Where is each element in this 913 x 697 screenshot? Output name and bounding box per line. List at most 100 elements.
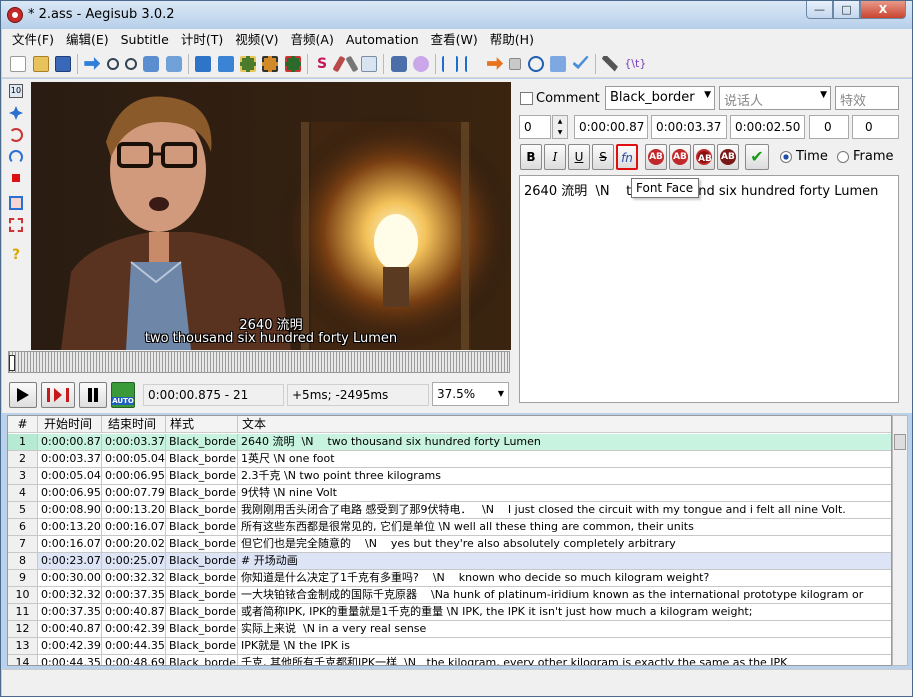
styles-manager-icon[interactable]: S bbox=[314, 56, 330, 72]
video-time-display[interactable]: 0:00:00.875 - 21 bbox=[143, 384, 284, 406]
attachments-icon[interactable] bbox=[195, 55, 212, 72]
scale-icon[interactable] bbox=[12, 174, 20, 182]
menu-video[interactable]: 视频(V) bbox=[229, 29, 284, 50]
film-strip-icon[interactable] bbox=[239, 55, 256, 72]
table-row[interactable]: 5 0:00:08.90 0:00:13.20 Black_border 我刚刚用舌头闭… bbox=[8, 502, 891, 519]
style-select[interactable]: Black_border ▼ bbox=[605, 86, 715, 110]
zoom-out-icon[interactable] bbox=[125, 57, 138, 70]
zoom-in-icon[interactable] bbox=[106, 57, 119, 70]
menu-view[interactable]: 查看(W) bbox=[425, 29, 484, 50]
fonts-collector-icon[interactable] bbox=[217, 55, 234, 72]
grid-film-icon[interactable] bbox=[284, 55, 301, 72]
table-row[interactable]: 7 0:00:16.07 0:00:20.02 Black_border 但它们也是完全… bbox=[8, 536, 891, 553]
table-row[interactable]: 6 0:00:13.20 0:00:16.07 Black_border 所有这些东西都… bbox=[8, 519, 891, 536]
table-row[interactable]: 3 0:00:05.04 0:00:06.95 Black_border 2.3千克 \… bbox=[8, 468, 891, 485]
bold-button[interactable]: B bbox=[520, 144, 542, 170]
film-strip-2-icon[interactable] bbox=[262, 55, 279, 72]
menu-subtitle[interactable]: Subtitle bbox=[115, 29, 175, 50]
close-button[interactable]: X bbox=[860, 1, 906, 19]
rotate-z-icon[interactable] bbox=[9, 128, 23, 142]
col-header-start[interactable]: 开始时间 bbox=[38, 416, 102, 433]
primary-color-button[interactable]: AB bbox=[645, 144, 667, 170]
table-row[interactable]: 8 0:00:23.07 0:00:25.07 Black_border # 开场动画 bbox=[8, 553, 891, 570]
time-radio[interactable] bbox=[780, 151, 792, 163]
open-file-icon[interactable] bbox=[32, 55, 49, 72]
timing-postprocessor-icon[interactable] bbox=[390, 55, 407, 72]
spellcheck-icon[interactable] bbox=[550, 55, 567, 72]
vector-clip-icon[interactable] bbox=[9, 218, 23, 232]
table-row[interactable]: 9 0:00:30.00 0:00:32.32 Black_border 你知道是什么决… bbox=[8, 570, 891, 587]
table-row[interactable]: 11 0:00:37.35 0:00:40.87 Black_border 或者简称IP… bbox=[8, 604, 891, 621]
scrollbar-thumb[interactable] bbox=[894, 434, 906, 450]
table-row[interactable]: 14 0:00:44.35 0:00:48.69 Black_border 千克, 其他… bbox=[8, 655, 891, 665]
margin-left-field[interactable]: 0 bbox=[809, 115, 849, 139]
find-icon[interactable] bbox=[143, 55, 160, 72]
actor-input[interactable]: 说话人 ▼ bbox=[719, 86, 831, 110]
table-row[interactable]: 1 0:00:00.87 0:00:03.37 Black_border 2640 流明… bbox=[8, 434, 891, 451]
seek-slider-thumb[interactable] bbox=[9, 355, 15, 371]
grid-vertical-scrollbar[interactable] bbox=[892, 415, 908, 666]
underline-button[interactable]: U bbox=[568, 144, 590, 170]
help-question-icon[interactable]: ? bbox=[9, 248, 23, 262]
secondary-color-button[interactable]: AB bbox=[669, 144, 691, 170]
minimize-button[interactable]: — bbox=[806, 1, 833, 19]
margin-right-field[interactable]: 0 bbox=[852, 115, 899, 139]
options-tools-icon[interactable] bbox=[601, 55, 618, 72]
layer-spinner-buttons[interactable]: ▲ ▼ bbox=[552, 115, 568, 139]
col-header-style[interactable]: 样式 bbox=[166, 416, 238, 433]
italic-button[interactable]: I bbox=[544, 144, 566, 170]
new-file-icon[interactable] bbox=[10, 55, 27, 72]
menu-timing[interactable]: 计时(T) bbox=[175, 29, 229, 50]
table-row[interactable]: 2 0:00:03.37 0:00:05.04 Black_border 1英尺 \N … bbox=[8, 451, 891, 468]
end-time-field[interactable]: 0:00:03.37 bbox=[651, 115, 727, 139]
table-row[interactable]: 12 0:00:40.87 0:00:42.39 Black_border 实际上来说 … bbox=[8, 621, 891, 638]
font-face-button[interactable]: fn bbox=[616, 144, 638, 170]
frame-radio[interactable] bbox=[837, 151, 849, 163]
commit-button[interactable]: ✔ bbox=[745, 144, 769, 170]
effect-input[interactable]: 特效 bbox=[835, 86, 899, 110]
clock-icon[interactable] bbox=[527, 55, 544, 72]
play-button[interactable] bbox=[9, 382, 37, 408]
video-zoom-select[interactable]: 37.5% ▼ bbox=[432, 382, 509, 406]
menu-audio[interactable]: 音频(A) bbox=[285, 29, 340, 50]
video-display[interactable]: 2640 流明 two thousand six hundred forty L… bbox=[31, 82, 511, 350]
duration-field[interactable]: 0:00:02.50 bbox=[730, 115, 805, 139]
menu-help[interactable]: 帮助(H) bbox=[484, 29, 540, 50]
video-seek-slider[interactable] bbox=[8, 351, 510, 373]
comment-checkbox[interactable] bbox=[520, 92, 533, 105]
kanji-timer-icon[interactable] bbox=[412, 55, 429, 72]
menu-automation[interactable]: Automation bbox=[340, 29, 425, 50]
jump-to-icon[interactable] bbox=[84, 57, 101, 70]
drag-tool-icon[interactable] bbox=[9, 106, 23, 120]
play-line-button[interactable] bbox=[41, 382, 75, 408]
automation-tag-icon[interactable]: {\t} bbox=[624, 56, 646, 72]
col-header-text[interactable]: 文本 bbox=[238, 416, 891, 433]
table-row[interactable]: 10 0:00:32.32 0:00:37.35 Black_border 一大块铂铱合… bbox=[8, 587, 891, 604]
rotate-xy-icon[interactable] bbox=[9, 150, 23, 164]
replace-icon[interactable] bbox=[165, 55, 182, 72]
resample-icon[interactable] bbox=[361, 55, 378, 72]
snap-end-icon[interactable] bbox=[464, 55, 481, 72]
checkmark-icon[interactable] bbox=[572, 55, 589, 70]
menu-file[interactable]: 文件(F) bbox=[6, 29, 60, 50]
col-header-end[interactable]: 结束时间 bbox=[102, 416, 166, 433]
pause-button[interactable] bbox=[79, 382, 107, 408]
outline-color-button[interactable]: AB bbox=[693, 144, 715, 170]
start-time-field[interactable]: 0:00:00.87 bbox=[574, 115, 648, 139]
col-header-number[interactable]: # bbox=[8, 416, 38, 433]
table-row[interactable]: 13 0:00:42.39 0:00:44.35 Black_border IPK就是 … bbox=[8, 638, 891, 655]
subtitle-text-editor[interactable]: 2640 流明 \N two thousand six hundred fort… bbox=[519, 175, 899, 403]
clip-rect-icon[interactable] bbox=[9, 196, 23, 210]
shift-icon[interactable] bbox=[487, 57, 504, 70]
menu-edit[interactable]: 编辑(E) bbox=[60, 29, 115, 50]
shadow-color-button[interactable]: AB bbox=[717, 144, 739, 170]
layer-spinner[interactable]: 0 bbox=[519, 115, 551, 139]
strikeout-button[interactable]: S bbox=[592, 144, 614, 170]
autoscroll-toggle[interactable]: AUTO bbox=[111, 382, 135, 408]
snap-start-icon[interactable] bbox=[442, 55, 459, 72]
stop-square-icon[interactable] bbox=[509, 57, 522, 70]
standard-tool-icon[interactable]: 10 bbox=[9, 84, 23, 98]
subtitles-grid[interactable]: # 开始时间 结束时间 样式 文本 1 0:00:00.87 0:00:03.37 B… bbox=[7, 415, 892, 666]
table-row[interactable]: 4 0:00:06.95 0:00:07.79 Black_border 9伏特 \N … bbox=[8, 485, 891, 502]
styling-assistant-icon[interactable] bbox=[332, 55, 347, 72]
